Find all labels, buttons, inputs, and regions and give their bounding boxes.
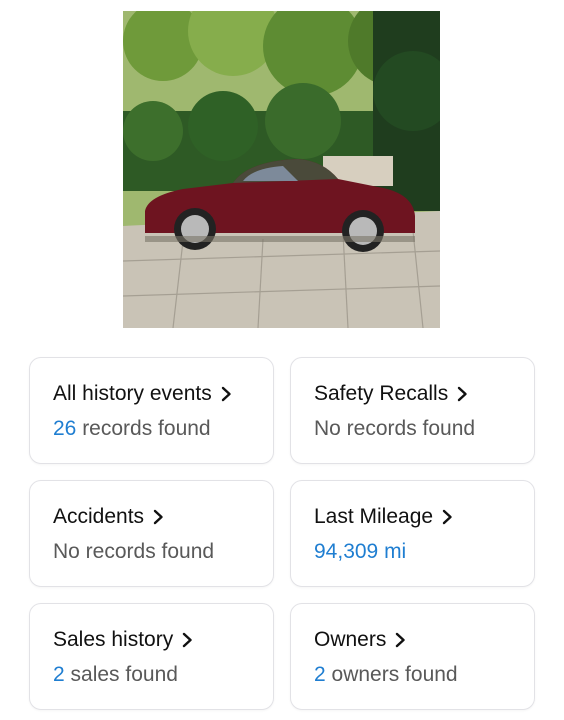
records-text: owners found bbox=[325, 663, 458, 686]
vehicle-photo bbox=[123, 11, 440, 328]
card-title: Last Mileage bbox=[314, 504, 534, 530]
chevron-right-icon bbox=[457, 386, 468, 402]
mileage-value: 94,309 mi bbox=[314, 540, 407, 563]
card-title-label: Sales history bbox=[53, 628, 174, 651]
car-photo-illustration bbox=[123, 11, 440, 328]
records-text: records found bbox=[76, 417, 211, 440]
card-title: Sales history bbox=[53, 627, 273, 653]
card-title-label: Last Mileage bbox=[314, 505, 434, 528]
chevron-right-icon bbox=[442, 509, 453, 525]
card-title: Owners bbox=[314, 627, 534, 653]
card-title-label: Accidents bbox=[53, 505, 145, 528]
chevron-right-icon bbox=[221, 386, 232, 402]
card-accidents[interactable]: Accidents No records found bbox=[29, 480, 274, 587]
card-title-label: All history events bbox=[53, 382, 212, 405]
card-title-label: Owners bbox=[314, 628, 387, 651]
card-title: Accidents bbox=[53, 504, 273, 530]
records-text: No records found bbox=[53, 540, 215, 563]
card-subtitle: 94,309 mi bbox=[314, 539, 534, 565]
card-subtitle: No records found bbox=[314, 416, 534, 442]
records-text: sales found bbox=[64, 663, 178, 686]
vehicle-history-cards: All history events 26 records found Safe… bbox=[29, 357, 535, 710]
card-all-history-events[interactable]: All history events 26 records found bbox=[29, 357, 274, 464]
card-sales-history[interactable]: Sales history 2 sales found bbox=[29, 603, 274, 710]
card-safety-recalls[interactable]: Safety Recalls No records found bbox=[290, 357, 535, 464]
card-title-label: Safety Recalls bbox=[314, 382, 449, 405]
card-subtitle: 26 records found bbox=[53, 416, 273, 442]
card-subtitle: No records found bbox=[53, 539, 273, 565]
records-count: 2 bbox=[53, 663, 65, 686]
chevron-right-icon bbox=[153, 509, 164, 525]
card-title: Safety Recalls bbox=[314, 381, 534, 407]
card-title: All history events bbox=[53, 381, 273, 407]
card-subtitle: 2 sales found bbox=[53, 662, 273, 688]
records-count: 2 bbox=[314, 663, 326, 686]
records-text: No records found bbox=[314, 417, 476, 440]
records-count: 26 bbox=[53, 417, 77, 440]
chevron-right-icon bbox=[182, 632, 193, 648]
card-owners[interactable]: Owners 2 owners found bbox=[290, 603, 535, 710]
chevron-right-icon bbox=[395, 632, 406, 648]
card-subtitle: 2 owners found bbox=[314, 662, 534, 688]
card-last-mileage[interactable]: Last Mileage 94,309 mi bbox=[290, 480, 535, 587]
